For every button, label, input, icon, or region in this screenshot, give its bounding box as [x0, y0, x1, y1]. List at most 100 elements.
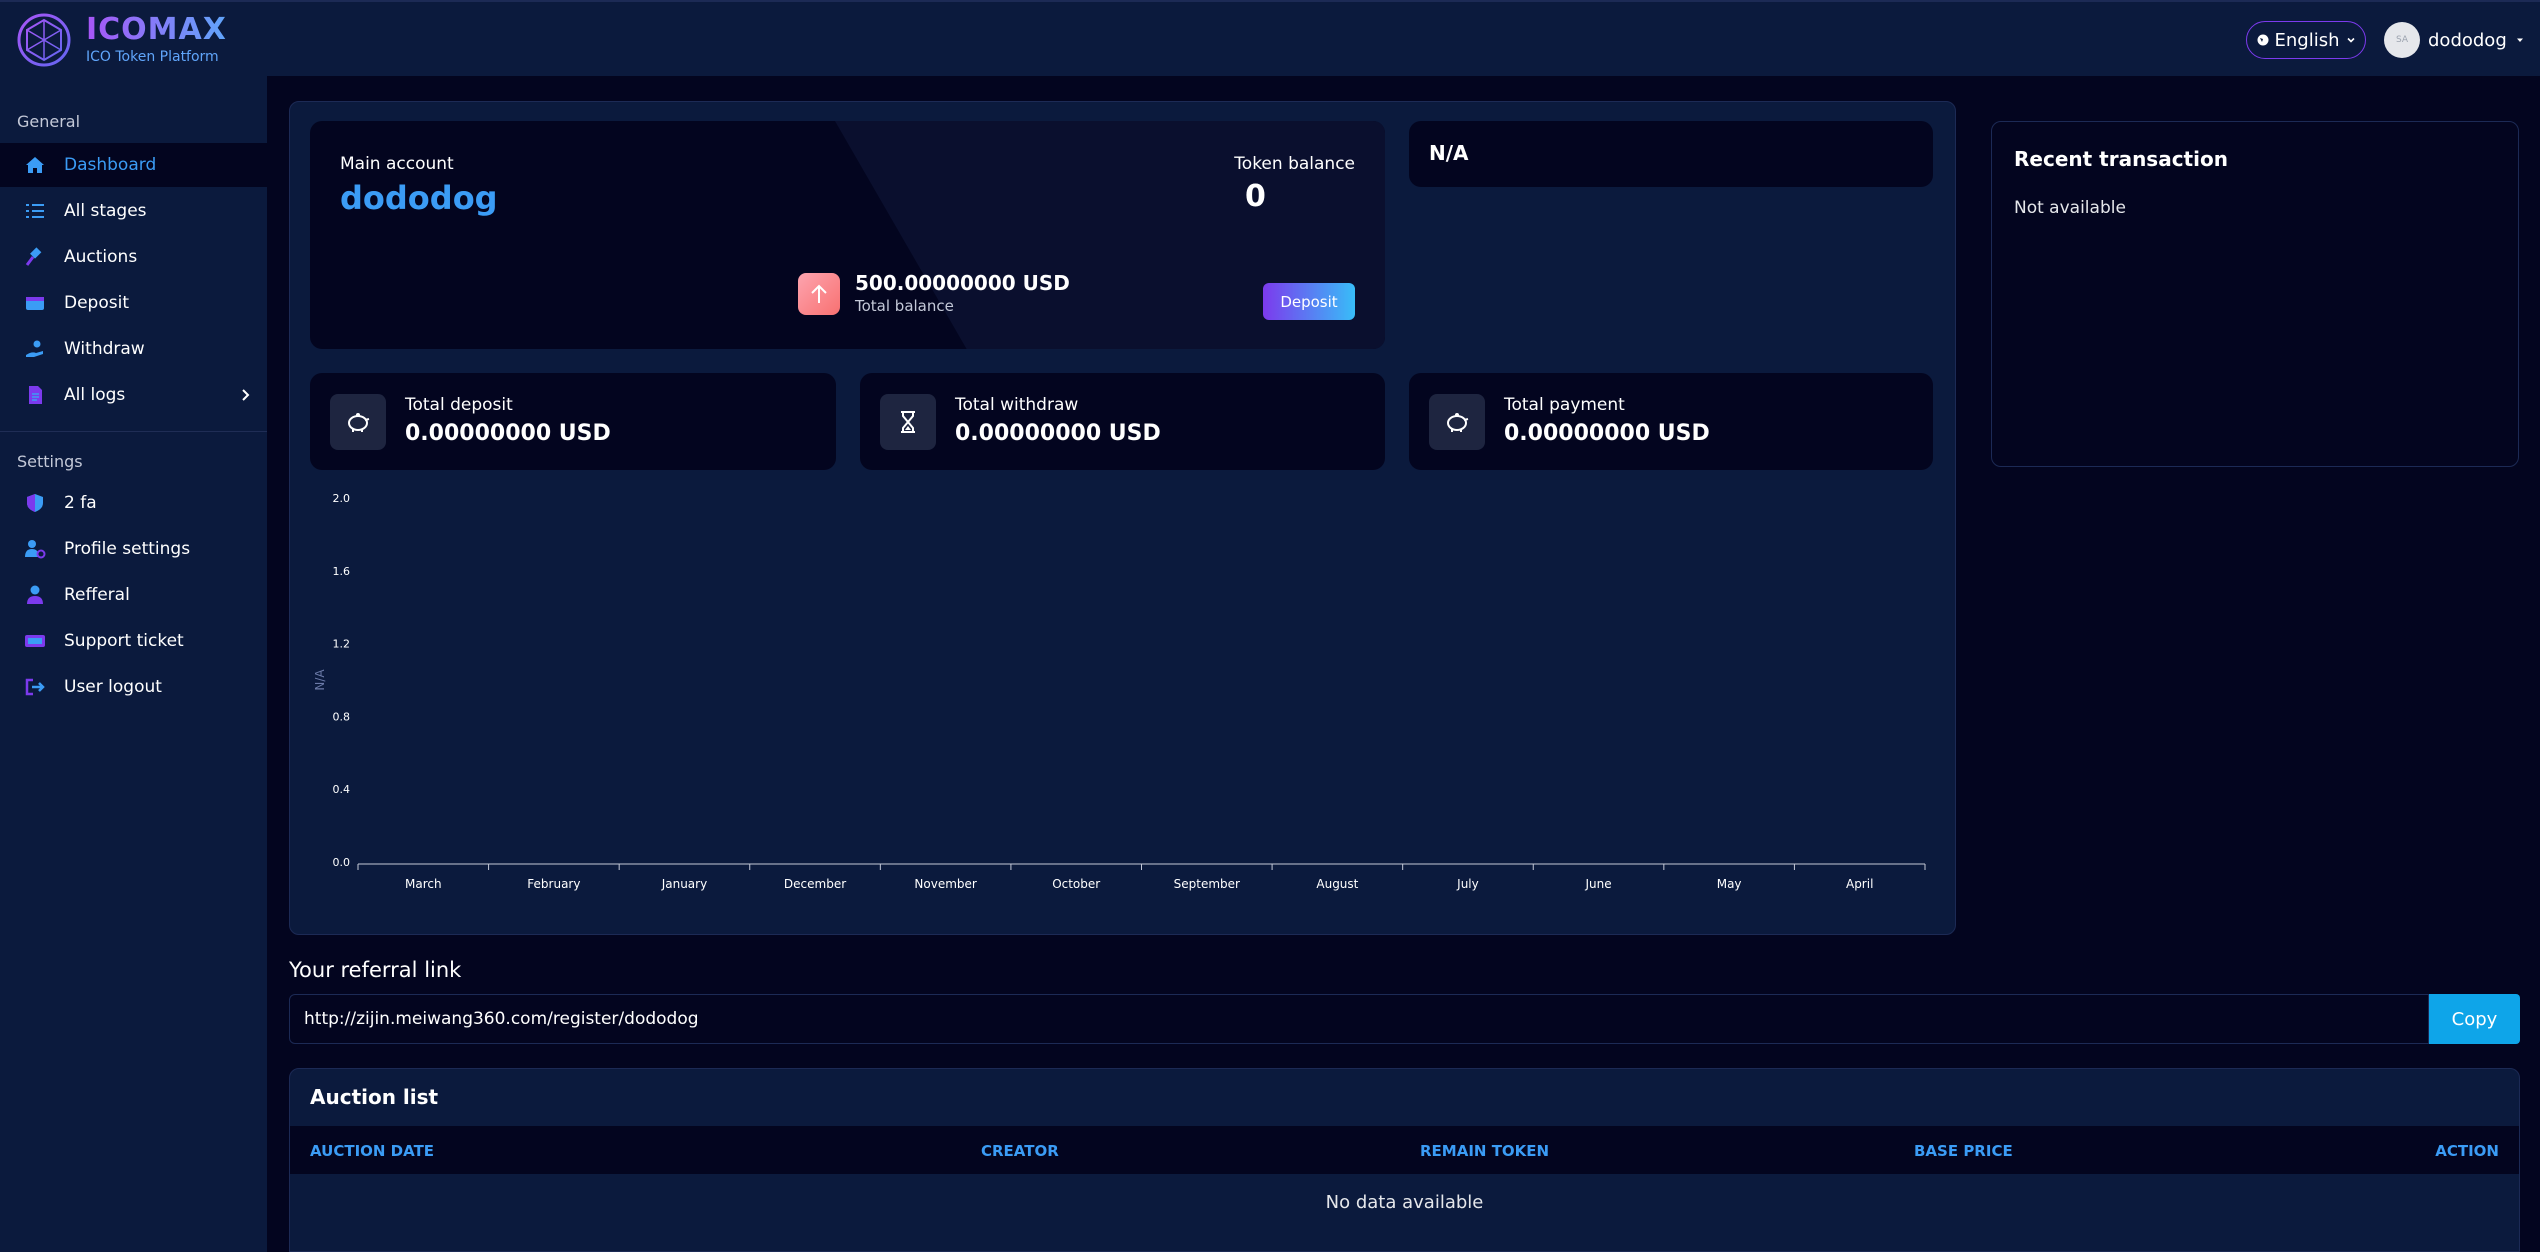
- y-tick-label: 0.0: [333, 856, 351, 869]
- referral-link-field[interactable]: http://zijin.meiwang360.com/register/dod…: [289, 994, 2429, 1044]
- sidebar-item-label: All logs: [64, 385, 126, 405]
- token-balance-label: Token balance: [1234, 154, 1355, 174]
- list-icon: [26, 204, 44, 218]
- caret-down-icon: [2516, 38, 2523, 42]
- ticket-icon: [25, 635, 45, 647]
- x-tick-label: September: [1174, 877, 1240, 891]
- auction-list: Auction list AUCTION DATE CREATOR REMAIN…: [289, 1068, 2520, 1252]
- main-account-label: Main account: [340, 154, 454, 174]
- sidebar-item-dashboard[interactable]: Dashboard: [0, 143, 267, 187]
- user-menu[interactable]: SA dododog: [2384, 22, 2525, 58]
- monthly-chart: 0.0 0.4 0.8 1.2 1.6 2.0 N/A March February Januar…: [313, 492, 1926, 891]
- y-tick-label: 0.4: [333, 783, 351, 796]
- balance-icon-box: [798, 273, 840, 315]
- total-payment-card: Total payment 0.00000000 USD: [1409, 373, 1933, 470]
- token-balance-value: 0: [1245, 179, 1266, 214]
- sidebar-section-settings: Settings: [17, 452, 83, 471]
- x-tick-label: March: [405, 877, 442, 891]
- language-selector[interactable]: English: [2246, 21, 2366, 59]
- user-icon: [27, 585, 43, 604]
- sidebar-item-2fa[interactable]: 2 fa: [0, 481, 267, 525]
- total-deposit-card: Total deposit 0.00000000 USD: [310, 373, 836, 470]
- stat-value: 0.00000000 USD: [1504, 421, 1710, 446]
- auction-list-title: Auction list: [310, 1085, 439, 1109]
- x-tick-label: May: [1717, 877, 1742, 891]
- stat-icon-box: [880, 394, 936, 450]
- sidebar-item-all-stages[interactable]: All stages: [0, 189, 267, 233]
- brand-title: ICOMAX: [86, 12, 227, 47]
- total-balance-label: Total balance: [855, 297, 954, 315]
- referral-title: Your referral link: [289, 958, 462, 982]
- recent-transaction-panel: Recent transaction Not available: [1991, 121, 2519, 467]
- file-icon: [29, 386, 42, 404]
- sidebar-section-general: General: [17, 112, 81, 131]
- column-remain-token[interactable]: REMAIN TOKEN: [1420, 1142, 1549, 1160]
- chevron-down-icon: [2346, 37, 2355, 43]
- sidebar-item-all-logs[interactable]: All logs: [0, 373, 267, 417]
- sidebar-item-label: Dashboard: [64, 155, 157, 175]
- sidebar-item-label: All stages: [64, 201, 147, 221]
- sidebar-item-user-logout[interactable]: User logout: [0, 665, 267, 709]
- sidebar-item-profile-settings[interactable]: Profile settings: [0, 527, 267, 571]
- x-tick-label: July: [1456, 877, 1479, 891]
- main-account-card: Main account dododog Token balance 0 500…: [310, 121, 1385, 349]
- gavel-icon: [25, 247, 42, 266]
- globe-icon: [2257, 34, 2268, 46]
- copy-button[interactable]: Copy: [2429, 994, 2520, 1044]
- x-tick-label: November: [914, 877, 976, 891]
- stat-value: 0.00000000 USD: [955, 421, 1161, 446]
- y-tick-label: 0.8: [333, 710, 351, 723]
- hourglass-icon: [901, 411, 915, 433]
- logout-icon: [25, 678, 45, 696]
- recent-transaction-title: Recent transaction: [2014, 147, 2228, 171]
- stat-label: Total deposit: [405, 395, 513, 415]
- x-tick-label: January: [661, 877, 708, 891]
- sidebar-item-label: Withdraw: [64, 339, 145, 359]
- arrow-up-icon: [811, 284, 827, 303]
- language-label: English: [2274, 29, 2340, 51]
- sidebar-item-label: Support ticket: [64, 631, 184, 651]
- stat-icon-box: [330, 394, 386, 450]
- sidebar-item-label: Auctions: [64, 247, 138, 267]
- column-base-price[interactable]: BASE PRICE: [1914, 1142, 2013, 1160]
- brand-logo[interactable]: ICOMAX ICO Token Platform: [16, 12, 227, 68]
- sidebar-item-label: Profile settings: [64, 539, 191, 559]
- sidebar-item-deposit[interactable]: Deposit: [0, 281, 267, 325]
- sidebar-item-label: Deposit: [64, 293, 129, 313]
- y-tick-label: 2.0: [333, 492, 351, 505]
- sidebar-divider: [0, 431, 267, 432]
- sidebar-item-withdraw[interactable]: Withdraw: [0, 327, 267, 371]
- na-text: N/A: [1429, 141, 1469, 165]
- column-creator[interactable]: CREATOR: [981, 1142, 1059, 1160]
- auction-empty-message: No data available: [1325, 1192, 1484, 1213]
- auction-table-header: AUCTION DATE CREATOR REMAIN TOKEN BASE P…: [290, 1126, 2519, 1174]
- x-tick-label: August: [1316, 877, 1358, 891]
- x-tick-label: February: [527, 877, 580, 891]
- column-auction-date[interactable]: AUCTION DATE: [310, 1142, 434, 1160]
- stat-label: Total withdraw: [955, 395, 1079, 415]
- column-action[interactable]: ACTION: [2435, 1142, 2499, 1160]
- hand-coin-icon: [26, 340, 43, 357]
- sidebar-item-support-ticket[interactable]: Support ticket: [0, 619, 267, 663]
- wallet-icon: [26, 297, 44, 310]
- user-gear-icon: [25, 540, 46, 559]
- brand-subtitle: ICO Token Platform: [86, 49, 219, 65]
- deposit-button[interactable]: Deposit: [1263, 283, 1355, 320]
- avatar: SA: [2384, 22, 2420, 58]
- stat-label: Total payment: [1504, 395, 1625, 415]
- y-tick-label: 1.6: [333, 565, 351, 578]
- total-withdraw-card: Total withdraw 0.00000000 USD: [860, 373, 1385, 470]
- recent-transaction-empty: Not available: [2014, 198, 2126, 218]
- sidebar-item-label: Refferal: [64, 585, 130, 605]
- y-tick-label: 1.2: [333, 638, 351, 651]
- stat-icon-box: [1429, 394, 1485, 450]
- piggy-bank-icon: [1447, 413, 1469, 432]
- sidebar: General Dashboard All stages Auctions De…: [0, 76, 267, 1252]
- chevron-right-icon: [242, 389, 250, 401]
- sidebar-item-label: User logout: [64, 677, 162, 697]
- y-axis-label: N/A: [313, 669, 327, 691]
- home-icon: [26, 157, 44, 173]
- sidebar-item-auctions[interactable]: Auctions: [0, 235, 267, 279]
- username: dododog: [2428, 29, 2507, 51]
- sidebar-item-refferal[interactable]: Refferal: [0, 573, 267, 617]
